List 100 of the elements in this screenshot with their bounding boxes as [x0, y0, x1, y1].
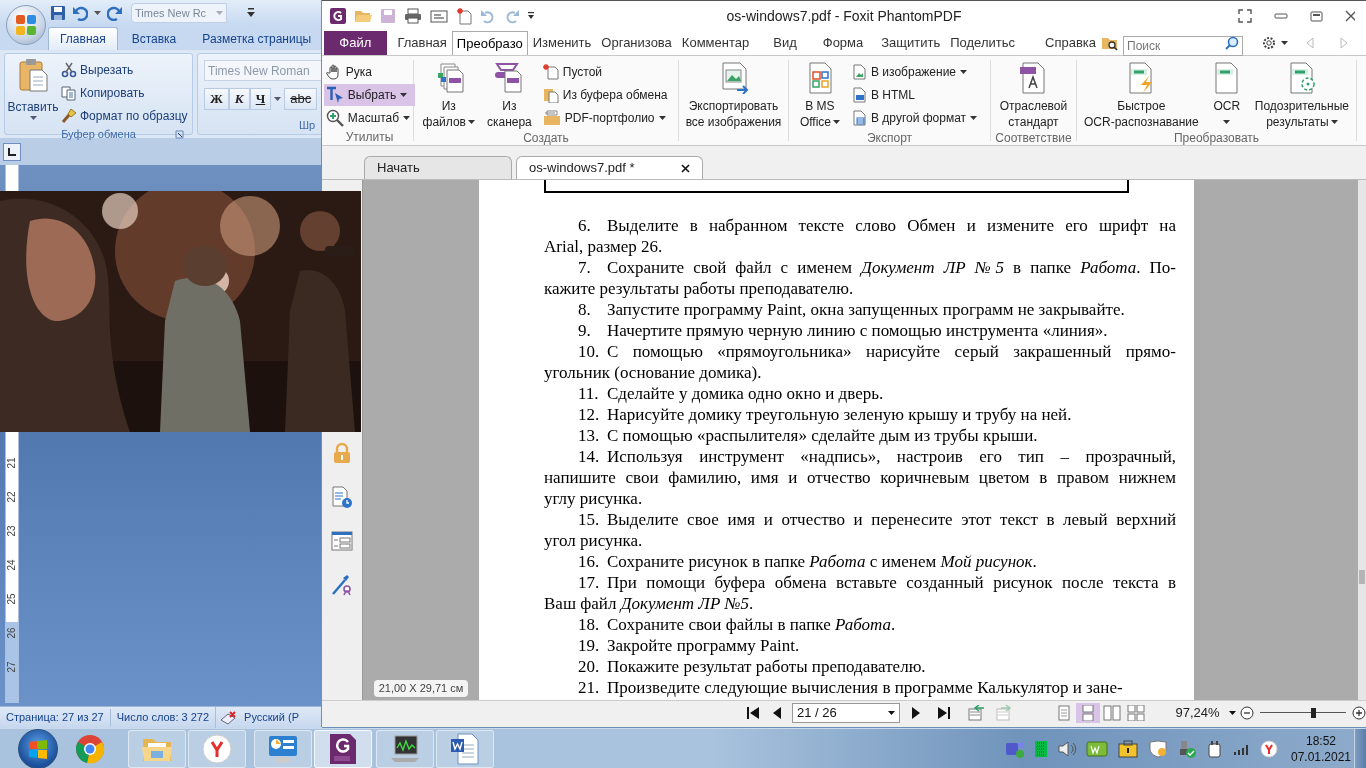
folder-search-icon: [1101, 35, 1119, 51]
caret-icon: [1281, 41, 1288, 45]
ribbon-button[interactable]: Быстрое OCR-распознавание: [1080, 60, 1202, 130]
group-label: Преобразовать: [1173, 130, 1260, 147]
menu-tab[interactable]: Главная: [392, 31, 452, 55]
page-number-field[interactable]: 21 / 26: [792, 702, 900, 723]
ribbon-tab[interactable]: Вставка: [119, 27, 189, 50]
undo-icon: [72, 5, 88, 21]
list-text: Сохраните рисунок в папке Работа с именем Мой рисунок.: [607, 551, 1037, 572]
portfolio-icon: [542, 110, 561, 126]
menu-tab[interactable]: Комментар: [676, 31, 755, 55]
zoom-slider[interactable]: [1260, 706, 1346, 719]
list-text: При помощи буфера обмена вставьте созданный рисунок после текста в: [607, 572, 1176, 593]
document-clock-icon: [331, 486, 353, 508]
warning-toolbox-icon: [1117, 739, 1139, 758]
document-tab[interactable]: os-windows7.pdf *: [516, 156, 703, 179]
menu-tab[interactable]: Справка: [1040, 31, 1101, 55]
paste-button[interactable]: Вставить: [5, 58, 61, 126]
usb-icon: [1177, 739, 1197, 758]
ribbon-button[interactable]: Из буфера обмена: [540, 84, 673, 106]
continuous-facing-icon: [1126, 704, 1145, 721]
taskbar-app-button[interactable]: [376, 729, 434, 768]
open-folder-icon: [354, 8, 372, 24]
chrome-icon: [75, 733, 105, 764]
format-button[interactable]: Ж: [204, 88, 229, 110]
ruler-number: 22: [7, 490, 17, 505]
save-icon: [380, 8, 396, 24]
list-number: 9.: [578, 320, 592, 341]
list-number: 6.: [578, 215, 592, 236]
caret-icon: [94, 11, 101, 15]
scan-icon: [430, 8, 448, 24]
list-text: Выделите в набранном тексте слово Обмен и измените его шрифт на: [607, 215, 1176, 236]
slider-thumb[interactable]: [1311, 707, 1317, 718]
fullscreen-icon: [1238, 9, 1252, 23]
clipboard-page-icon: [542, 87, 559, 103]
page-size-label: 21,00 X 29,71 см: [373, 680, 469, 697]
caret-icon: [29, 116, 37, 120]
image-export-icon: [851, 64, 867, 80]
list-text: угол рисунка.: [544, 530, 643, 551]
menu-tab[interactable]: Защитить: [876, 31, 946, 55]
list-text: Нарисуйте домику треугольную зеленую крышу и трубу на ней.: [607, 404, 1072, 425]
format-button[interactable]: К: [228, 88, 250, 110]
forward-icon: [1340, 37, 1348, 49]
taskbar-app-button[interactable]: [436, 729, 494, 768]
last-page-icon: [936, 705, 951, 720]
app-logo-icon: [330, 8, 346, 24]
ruler-number: 26: [7, 626, 17, 641]
taskbar-app-button[interactable]: [314, 729, 372, 768]
menu-tab[interactable]: Преобразо: [451, 31, 528, 55]
ribbon-button[interactable]: В MS Office: [796, 60, 843, 130]
previous-view-icon: [966, 704, 985, 721]
ribbon-button[interactable]: Отраслевой стандарт: [996, 60, 1071, 130]
list-text: Сохраните свои файлы в папке Работа.: [607, 614, 896, 635]
ribbon-button[interactable]: Экспортировать все изображения: [682, 60, 785, 130]
ribbon-button[interactable]: В другой формат: [849, 107, 983, 129]
ribbon-button[interactable]: Подозрительные результаты: [1251, 60, 1353, 130]
search-field[interactable]: Поиск: [1123, 36, 1243, 56]
ribbon-button[interactable]: OCR: [1207, 60, 1246, 130]
menu-tab[interactable]: Изменить: [527, 31, 597, 55]
format-button[interactable]: abc: [284, 88, 318, 110]
list-number: 14.: [578, 446, 601, 467]
zoom-value: 97,24%: [1175, 703, 1221, 722]
menu-tab[interactable]: Форма: [817, 31, 869, 55]
taskbar-app-button[interactable]: [188, 729, 246, 768]
window-title: os-windows7.pdf - Foxit PhantomPDF: [725, 6, 963, 26]
ribbon-button[interactable]: Масштаб: [323, 107, 416, 129]
start-button[interactable]: [18, 728, 58, 768]
ribbon-button[interactable]: В HTML: [849, 84, 983, 106]
document-tab[interactable]: Начать: [364, 156, 512, 179]
facing-pages-icon: [1102, 704, 1121, 721]
format-button[interactable]: Ч: [249, 88, 272, 110]
clipboard-button[interactable]: Вырезать: [61, 60, 188, 80]
list-number: 10.: [578, 341, 601, 362]
network-activity-icon: [1086, 739, 1108, 758]
list-text: Начертите прямую черную линию с помощью инструмента «линия».: [607, 320, 1108, 341]
view-mode-button[interactable]: [1075, 702, 1100, 723]
file-menu-button[interactable]: Файл: [324, 31, 387, 55]
ribbon-button[interactable]: Рука: [323, 61, 416, 83]
scissors-icon: [61, 62, 77, 78]
first-page-icon: [746, 705, 760, 720]
ribbon-button[interactable]: Выбрать: [323, 84, 416, 106]
caret-icon: [1229, 710, 1236, 715]
menu-tab[interactable]: Поделитьс: [945, 31, 1020, 55]
ribbon-tab[interactable]: Главная: [48, 27, 118, 50]
menu-tab[interactable]: Организова: [596, 31, 677, 55]
format-export-icon: [851, 110, 867, 126]
ribbon-button[interactable]: В изображение: [849, 61, 983, 83]
group-label: Буфер обмена: [61, 127, 136, 142]
clipboard-button[interactable]: Формат по образцу: [61, 106, 188, 126]
show-desktop-button[interactable]: [1354, 728, 1366, 768]
menu-tab[interactable]: Вид: [768, 31, 802, 55]
clipboard-button[interactable]: Копировать: [61, 83, 188, 103]
ribbon-button[interactable]: Из файлов: [419, 60, 478, 130]
ribbon-tab[interactable]: Разметка страницы: [190, 27, 322, 50]
ribbon-button[interactable]: PDF-портфолио: [540, 107, 673, 129]
tab-stop-selector[interactable]: [3, 142, 21, 161]
ruler-number: 23: [7, 524, 17, 539]
monitor-icon: [389, 733, 421, 764]
ribbon-button[interactable]: Из сканера: [483, 60, 535, 130]
ribbon-button[interactable]: Пустой: [540, 61, 673, 83]
